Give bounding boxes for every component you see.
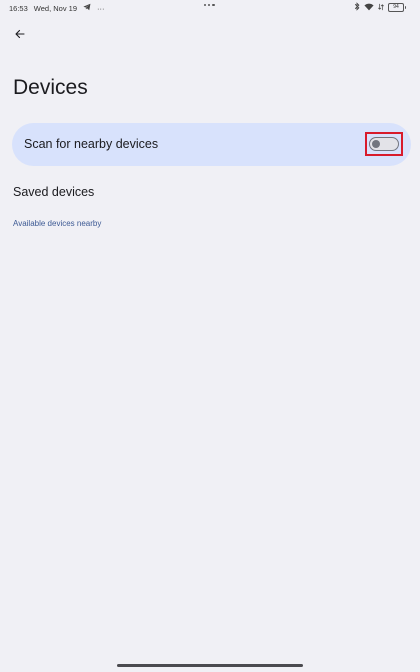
available-devices-header: Available devices nearby	[13, 219, 102, 228]
bluetooth-icon	[354, 2, 360, 13]
status-left: 16:53 Wed, Nov 19 ···	[9, 3, 105, 13]
devices-screen: 16:53 Wed, Nov 19 ··· 94 Devices Scan fo…	[0, 0, 420, 672]
back-button[interactable]	[9, 23, 31, 45]
scan-nearby-devices-row[interactable]: Scan for nearby devices	[12, 123, 411, 166]
status-bar: 16:53 Wed, Nov 19 ··· 94	[0, 0, 420, 16]
toggle-highlight-box	[365, 132, 403, 156]
status-time: 16:53	[9, 3, 28, 13]
arrow-left-icon	[15, 29, 25, 39]
status-date: Wed, Nov 19	[33, 3, 77, 13]
battery-icon: 94	[388, 3, 406, 12]
saved-devices-item[interactable]: Saved devices	[13, 185, 94, 199]
page-title: Devices	[13, 76, 88, 99]
multiwindow-dots-icon[interactable]	[204, 4, 215, 7]
status-right: 94	[354, 2, 406, 13]
wifi-icon	[364, 3, 374, 13]
telegram-icon	[83, 3, 91, 13]
scan-nearby-devices-toggle[interactable]	[369, 137, 399, 151]
gesture-navigation-handle[interactable]	[117, 664, 303, 667]
data-transfer-icon	[378, 3, 384, 13]
toggle-thumb	[372, 139, 380, 148]
battery-level: 94	[388, 3, 404, 12]
status-overflow: ···	[97, 3, 105, 13]
scan-nearby-devices-label: Scan for nearby devices	[24, 137, 159, 151]
